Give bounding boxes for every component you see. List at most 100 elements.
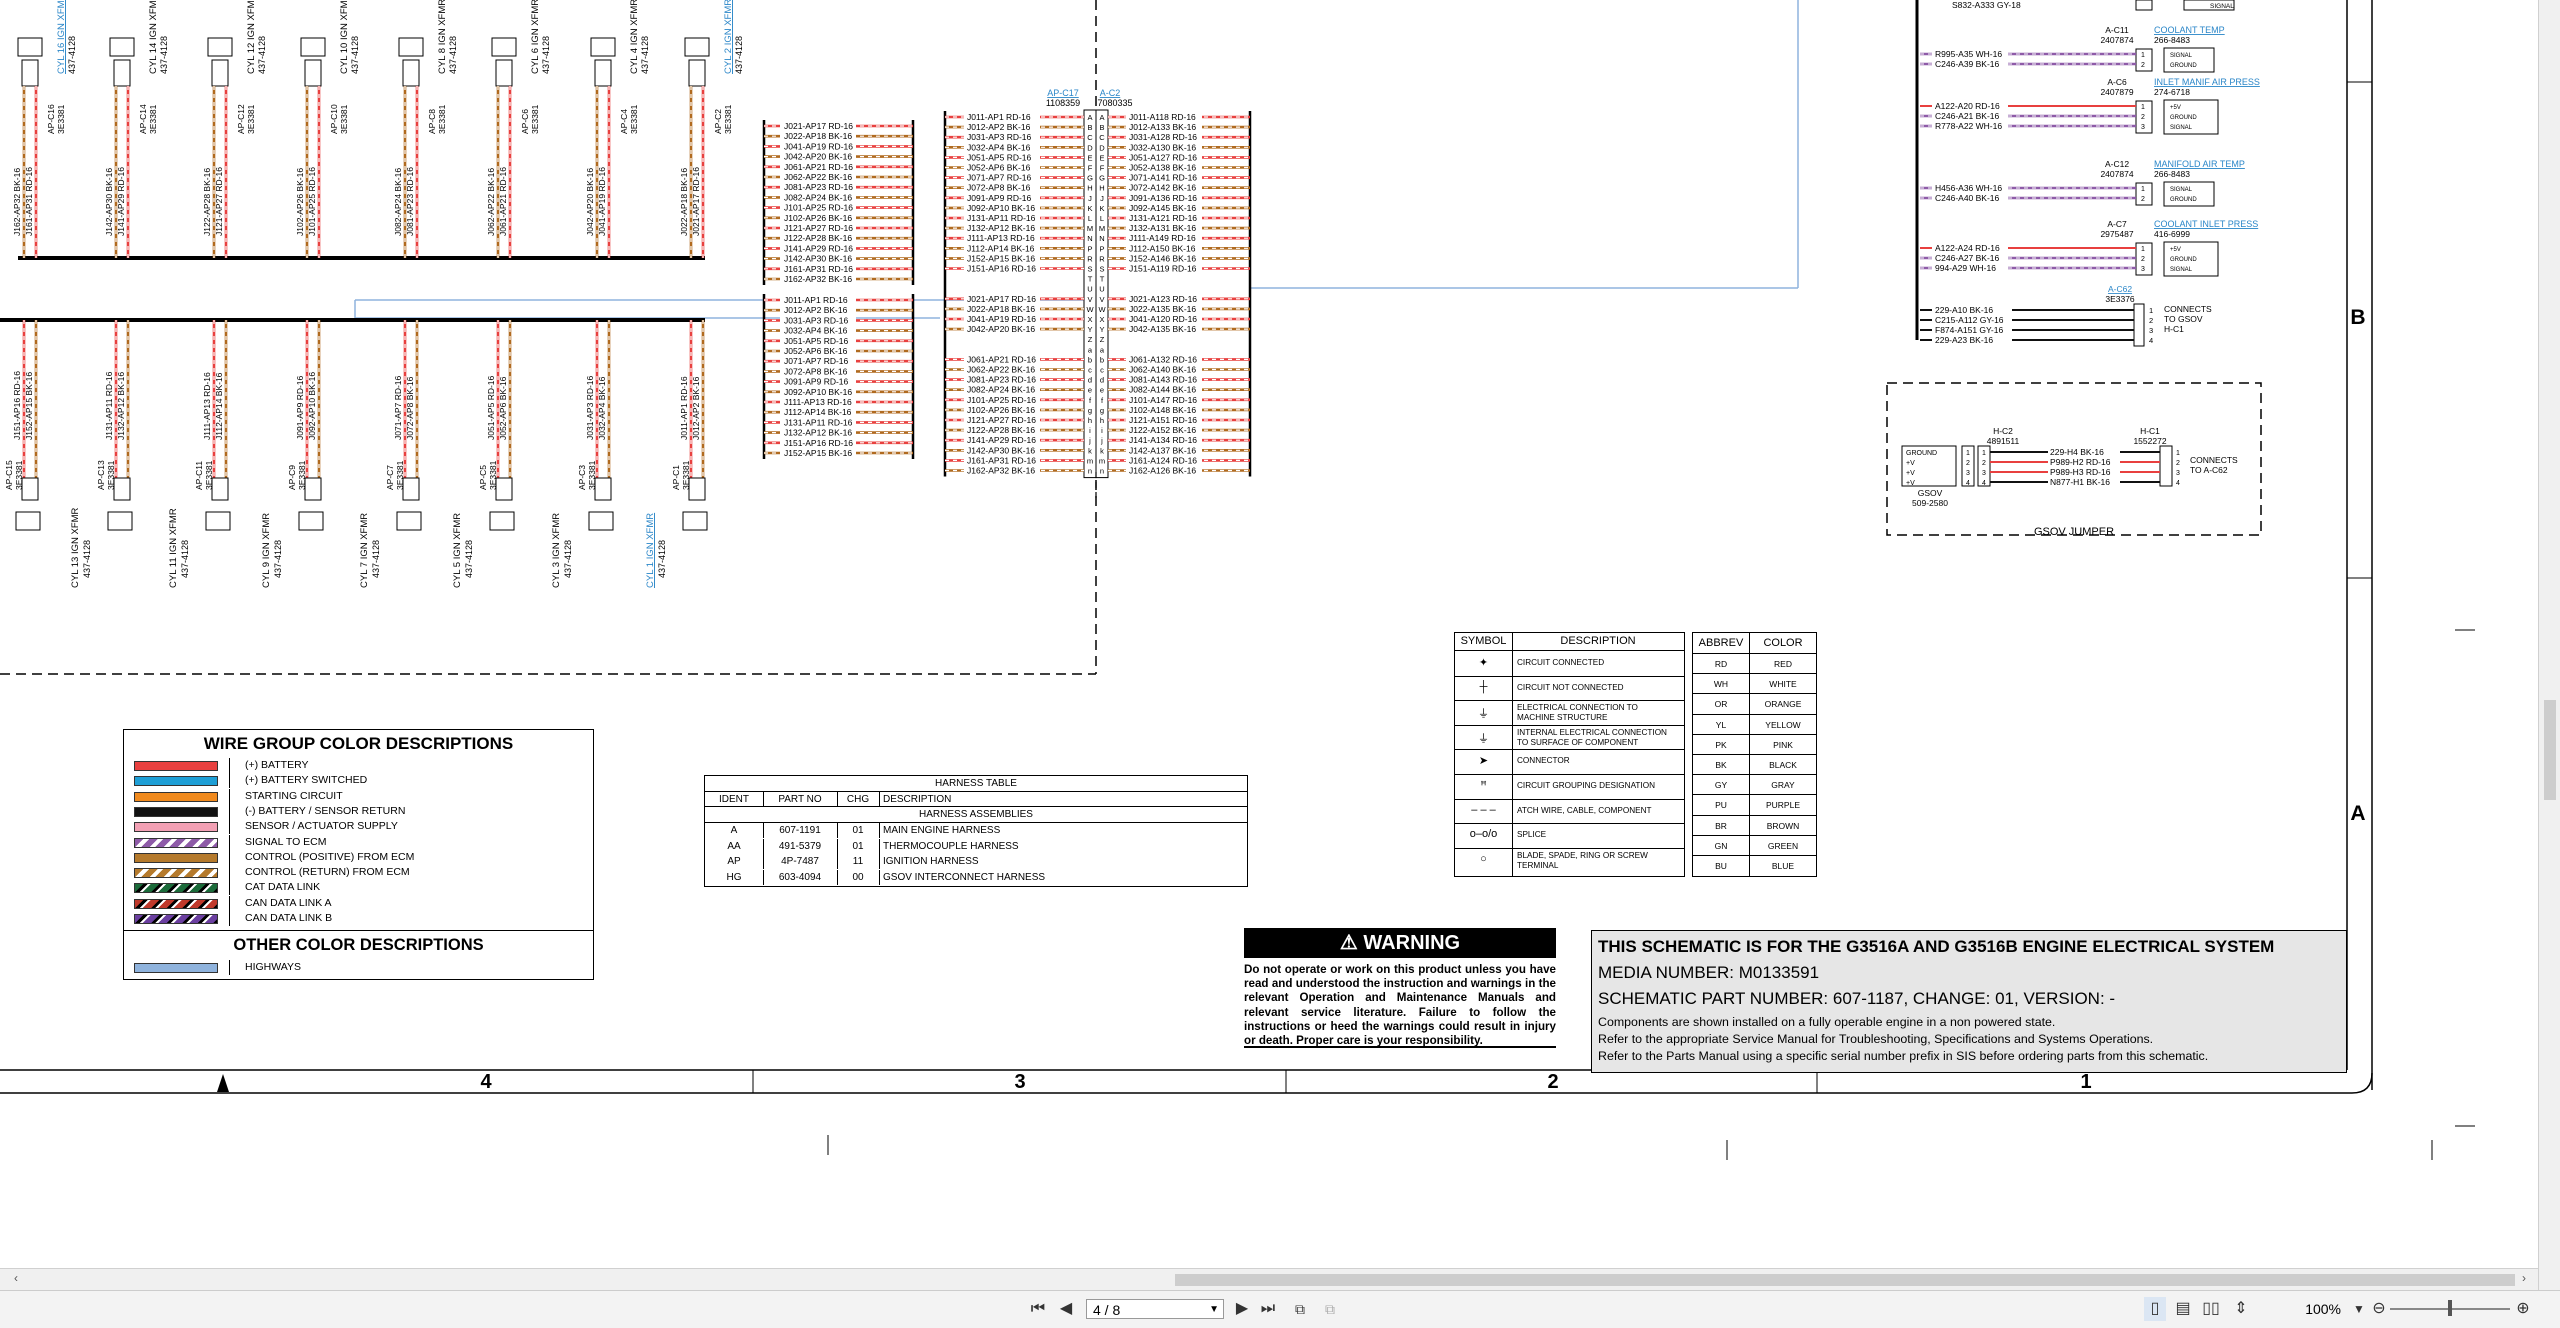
scroll-right-icon[interactable]: › [2522, 1271, 2526, 1285]
previous-page-icon[interactable]: ◀ [1056, 1297, 1076, 1321]
sensor-wire-label: 994-A29 WH-16 [1935, 263, 1996, 273]
horizontal-scrollbar[interactable]: ‹ › [0, 1268, 2538, 1291]
horizontal-scroll-thumb[interactable] [1175, 1274, 2515, 1286]
apc17-label: AP-C17 [1047, 88, 1079, 98]
harness-cell: 00 [852, 871, 864, 883]
wire-label: J021-AP17 RD-16 [691, 167, 701, 236]
pin-letter: d [1100, 376, 1104, 385]
sensor-pin-num: 2 [2141, 256, 2145, 263]
cyl-label: CYL 1 IGN XFMR [645, 513, 656, 588]
abbrev-color: ORANGE [1764, 699, 1802, 710]
zone-row-label: A [2350, 802, 2365, 825]
harness-header: DESCRIPTION [883, 794, 952, 805]
apc17-part: 1108359 [1046, 98, 1080, 108]
wire-group-label: SIGNAL TO ECM [245, 835, 327, 848]
sensor-conn: A-C12 [2105, 159, 2129, 169]
wire-label: J011-AP1 RD-16 [679, 376, 689, 440]
vertical-scroll-thumb[interactable] [2544, 700, 2556, 800]
symbol-description: CIRCUIT GROUPING DESIGNATION [1517, 781, 1655, 790]
abbrev-code: BU [1715, 861, 1727, 871]
abbrev-code: OR [1714, 699, 1728, 710]
pin-letter: X [1099, 315, 1104, 324]
pin-letter: n [1100, 467, 1104, 476]
attach-icon: – – – [1471, 803, 1496, 816]
table-rule [1455, 774, 1684, 775]
hc2-pin: 4 [1966, 480, 1970, 487]
pin-letter: G [1087, 174, 1093, 183]
zoom-level[interactable]: 100% [2271, 1299, 2341, 1319]
pin-letter: c [1088, 366, 1092, 375]
harness-cell: MAIN ENGINE HARNESS [883, 825, 1001, 836]
document-viewport[interactable]: 4321BA CYL 16 IGN XFMR 437-4128 AP-C16 3E33… [0, 0, 2538, 1268]
pin-letter: M [1087, 224, 1093, 233]
table-col-rule [879, 869, 880, 885]
last-page-icon[interactable]: ⏭ [1258, 1297, 1278, 1321]
pin-letter: C [1087, 133, 1093, 142]
vertical-scrollbar[interactable] [2538, 0, 2560, 1290]
splice-wire-label: J072-AP8 BK-16 [784, 366, 848, 376]
harness-cell: 603-4094 [778, 871, 822, 883]
continuous-view-icon[interactable]: ▤ [2172, 1297, 2194, 1321]
cyl-conn-part: 3E3381 [148, 104, 158, 134]
abbreviation-table: ABBREV COLOR RD RED WH WHITE OR ORANGE YL YELLOW P… [1692, 632, 1817, 877]
compare-view-icon[interactable]: ⧉ [1318, 1297, 1342, 1321]
page-number-select[interactable]: 4 / 8 ▼ [1086, 1299, 1224, 1319]
scroll-left-icon[interactable]: ‹ [14, 1271, 18, 1285]
rotate-view-icon[interactable]: ⧉ [1288, 1297, 1312, 1321]
sensor-pin-num: 2 [2141, 196, 2145, 203]
harness-header: IDENT [719, 794, 749, 805]
pin-letter: Y [1099, 325, 1104, 334]
ac2-wire-label: J072-A142 BK-16 [1129, 183, 1196, 193]
sensor-conn-part: 2975487 [2100, 229, 2133, 239]
sensor-4: COOLANT INLET PRESS416-6999 A-C72975487 A1… [1920, 219, 2258, 277]
cyl-part: 437-4128 [657, 540, 667, 578]
sensor-conn-part: 2407879 [2100, 87, 2133, 97]
ac62-note: CONNECTS [2164, 304, 2212, 314]
pin-letter: m [1099, 456, 1105, 465]
wire-color-swatch [134, 761, 218, 771]
top-connector [2135, 0, 2153, 11]
gsov-wire-label: N877-H1 BK-16 [2050, 477, 2110, 487]
ac2-wire-label: J042-A135 BK-16 [1129, 324, 1196, 334]
pin-letter: F [1100, 164, 1105, 173]
cyl-conn: AP-C10 [329, 104, 339, 134]
sensor-conn: A-C11 [2105, 25, 2129, 35]
wire-label: J031-AP3 RD-16 [585, 375, 595, 440]
harness-cell: AP [727, 856, 741, 867]
ac2-label: A-C2 [1100, 88, 1121, 98]
sensor-wire-label: C246-A27 BK-16 [1935, 253, 2000, 263]
pin-letter: F [1088, 164, 1093, 173]
row-separator [229, 960, 230, 975]
cyl-label: CYL 6 IGN XFMR [530, 0, 541, 74]
fit-page-icon[interactable]: ⇕ [2230, 1297, 2252, 1321]
gsov-name: GSOV [1918, 488, 1943, 498]
harness-cell: HG [726, 871, 742, 883]
sensor-pin-label: SIGNAL [2170, 187, 2193, 193]
viewer-toolbar: ⏮ ◀ 4 / 8 ▼ ▶ ⏭ ⧉ ⧉ ▯ ▤ ▯▯ ⇕ 100% ▼ ⊖ ⊕ [0, 1290, 2560, 1328]
zoom-in-icon[interactable]: ⊕ [2514, 1297, 2532, 1321]
first-page-icon[interactable]: ⏮ [1028, 1297, 1048, 1321]
pin-letter: Z [1088, 335, 1093, 344]
wire-label: J052-AP6 BK-16 [498, 376, 508, 440]
wire-group-label: CAN DATA LINK B [245, 912, 333, 924]
table-rule [1693, 653, 1816, 654]
media-number: MEDIA NUMBER: M0133591 [1598, 963, 1820, 982]
transformer-body [207, 37, 233, 57]
ac2-wire-label: J162-A126 BK-16 [1129, 466, 1196, 476]
two-page-view-icon[interactable]: ▯▯ [2200, 1297, 2222, 1321]
zoom-slider-thumb[interactable] [2448, 1300, 2452, 1316]
warning-body: Do not operate or work on this product u… [1244, 963, 1556, 1048]
pin-letter: D [1099, 143, 1105, 152]
next-page-icon[interactable]: ▶ [1232, 1297, 1252, 1321]
apc17-wire-label: J051-AP5 RD-16 [967, 152, 1032, 162]
single-page-view-icon[interactable]: ▯ [2144, 1297, 2166, 1321]
sensor-wire-label: R995-A35 WH-16 [1935, 49, 2002, 59]
ac2-wire-label: J021-A123 RD-16 [1129, 294, 1197, 304]
sensor-pin-num: 3 [2141, 266, 2145, 273]
harness-table-title: HARNESS TABLE [935, 778, 1017, 789]
pin-letter: A [1087, 113, 1092, 122]
zoom-dropdown-icon[interactable]: ▼ [2350, 1297, 2368, 1321]
apc17-wire-label: J161-AP31 RD-16 [967, 455, 1036, 465]
zone-col-label: 3 [1014, 1071, 1025, 1093]
zoom-out-icon[interactable]: ⊖ [2370, 1297, 2388, 1321]
